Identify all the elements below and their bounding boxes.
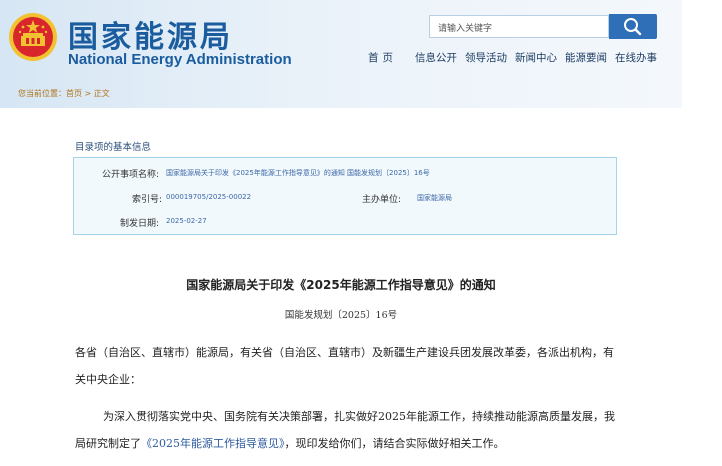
nav-item-leadership[interactable]: 领导活动 [465, 50, 507, 66]
body-line-2-prefix: 局研究制定了 [75, 437, 141, 450]
info-date-label: 制发日期: [120, 219, 160, 229]
info-sponsor-value: 国家能源局 [417, 194, 452, 202]
info-index-label: 索引号: [132, 195, 163, 205]
search-button[interactable] [609, 14, 657, 39]
search-input[interactable]: 请输入关键字 [429, 15, 609, 38]
site-logo-en[interactable]: National Energy Administration [68, 51, 292, 68]
nav-item-news[interactable]: 新闻中心 [515, 50, 557, 66]
body-line-1: 为深入贯彻落实党中央、国务院有关决策部署，扎实做好2025年能源工作，持续推动能… [103, 410, 615, 423]
body-line-2: 局研究制定了《2025年能源工作指导意见》，现印发给你们，请结合实际做好相关工作… [75, 435, 505, 451]
site-header: 国家能源局 National Energy Administration 请输入… [0, 0, 682, 108]
info-sponsor-label: 主办单位: [362, 195, 402, 205]
nav-item-energy-news[interactable]: 能源要闻 [565, 50, 607, 66]
search-icon [624, 18, 642, 36]
national-emblem-icon[interactable] [8, 12, 58, 62]
info-section-title: 目录项的基本信息 [75, 142, 152, 153]
info-title-value: 国家能源局关于印发《2025年能源工作指导意见》的通知 国能发规划〔2025〕1… [166, 169, 430, 177]
addressee-line-1: 各省（自治区、直辖市）能源局，有关省（自治区、直辖市）及新疆生产建设兵团发展改革… [75, 346, 614, 359]
nav-item-home[interactable]: 首页 [368, 50, 397, 66]
info-title-label: 公开事项名称: [102, 170, 160, 180]
guideline-link[interactable]: 《2025年能源工作指导意见》 [141, 437, 285, 450]
breadcrumb[interactable]: 您当前位置：首页 > 正文 [0, 85, 682, 101]
info-date-value: 2025-02-27 [166, 217, 207, 225]
document-number: 国能发规划〔2025〕16号 [284, 310, 398, 321]
main-nav: 首页 信息公开 领导活动 新闻中心 能源要闻 在线办事 [368, 50, 665, 66]
body-line-2-suffix: ，现印发给你们，请结合实际做好相关工作。 [284, 437, 505, 450]
site-logo-cn[interactable]: 国家能源局 [68, 12, 233, 56]
nav-item-online-services[interactable]: 在线办事 [615, 50, 657, 66]
article-title: 国家能源局关于印发《2025年能源工作指导意见》的通知 [186, 278, 496, 292]
nav-item-info-disclosure[interactable]: 信息公开 [415, 50, 457, 66]
info-index-value: 000019705/2025-00022 [166, 193, 252, 201]
addressee-line-2: 关中央企业： [75, 373, 141, 386]
info-panel: 公开事项名称: 国家能源局关于印发《2025年能源工作指导意见》的通知 国能发规… [73, 157, 617, 235]
